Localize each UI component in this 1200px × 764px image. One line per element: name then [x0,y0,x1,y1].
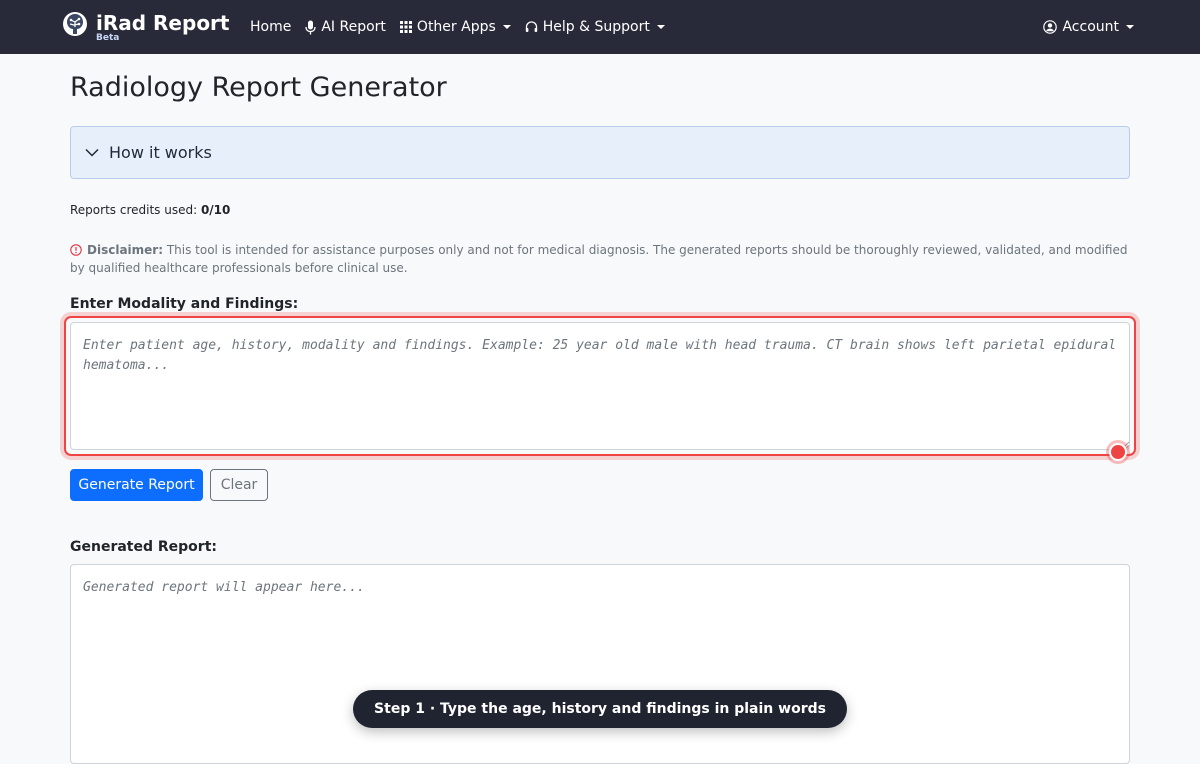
beta-badge: Beta [96,33,120,43]
nav-ai-report[interactable]: AI Report [305,19,386,35]
generate-report-button[interactable]: Generate Report [70,469,203,501]
nav-other-apps-label: Other Apps [416,19,496,35]
headset-icon [525,20,537,32]
generated-report-label: Generated Report: [70,539,217,555]
clear-button[interactable]: Clear [210,469,268,501]
nav-help-support-label: Help & Support [542,19,650,35]
top-navbar: iRad Report Beta Home AI Report Other Ap… [0,0,1200,54]
brain-logo-icon [63,12,87,36]
nav-home-label: Home [250,19,292,35]
findings-label: Enter Modality and Findings: [70,296,299,312]
nav-home[interactable]: Home [250,19,291,35]
grid-icon [399,21,412,33]
disclaimer: Disclaimer: This tool is intended for as… [70,241,1135,277]
nav-help-support[interactable]: Help & Support [525,19,665,35]
account-menu[interactable]: Account [1043,0,1134,54]
chevron-down-icon [656,25,665,29]
credits-usage: Reports credits used: 0/10 [70,203,230,217]
chevron-down-icon [85,148,99,157]
account-label: Account [1062,19,1119,35]
step-hint-text: Step 1 · Type the age, history and findi… [374,701,826,717]
brand[interactable]: iRad Report Beta [62,9,230,43]
chevron-down-icon [502,25,511,29]
nav-other-apps[interactable]: Other Apps [399,19,511,35]
nav-links: Home AI Report Other Apps Help & Support [250,0,679,54]
brand-title: iRad Report [96,11,230,35]
step-hint-toast: Step 1 · Type the age, history and findi… [353,690,847,728]
accordion-label: How it works [109,143,212,162]
disclaimer-label: Disclaimer: [87,243,164,257]
microphone-icon [305,20,316,34]
generated-report-output[interactable] [70,564,1130,764]
warning-circle-icon [70,244,82,256]
credits-label: Reports credits used: [70,203,201,217]
user-circle-icon [1043,20,1058,34]
how-it-works-accordion[interactable]: How it works [70,126,1130,179]
chevron-down-icon [1126,25,1134,29]
credits-value: 0/10 [200,203,231,217]
nav-ai-report-label: AI Report [321,19,386,35]
click-marker-dot [1109,443,1127,461]
page-title: Radiology Report Generator [70,72,447,103]
findings-input[interactable] [70,322,1130,450]
disclaimer-text: This tool is intended for assistance pur… [70,243,1128,275]
